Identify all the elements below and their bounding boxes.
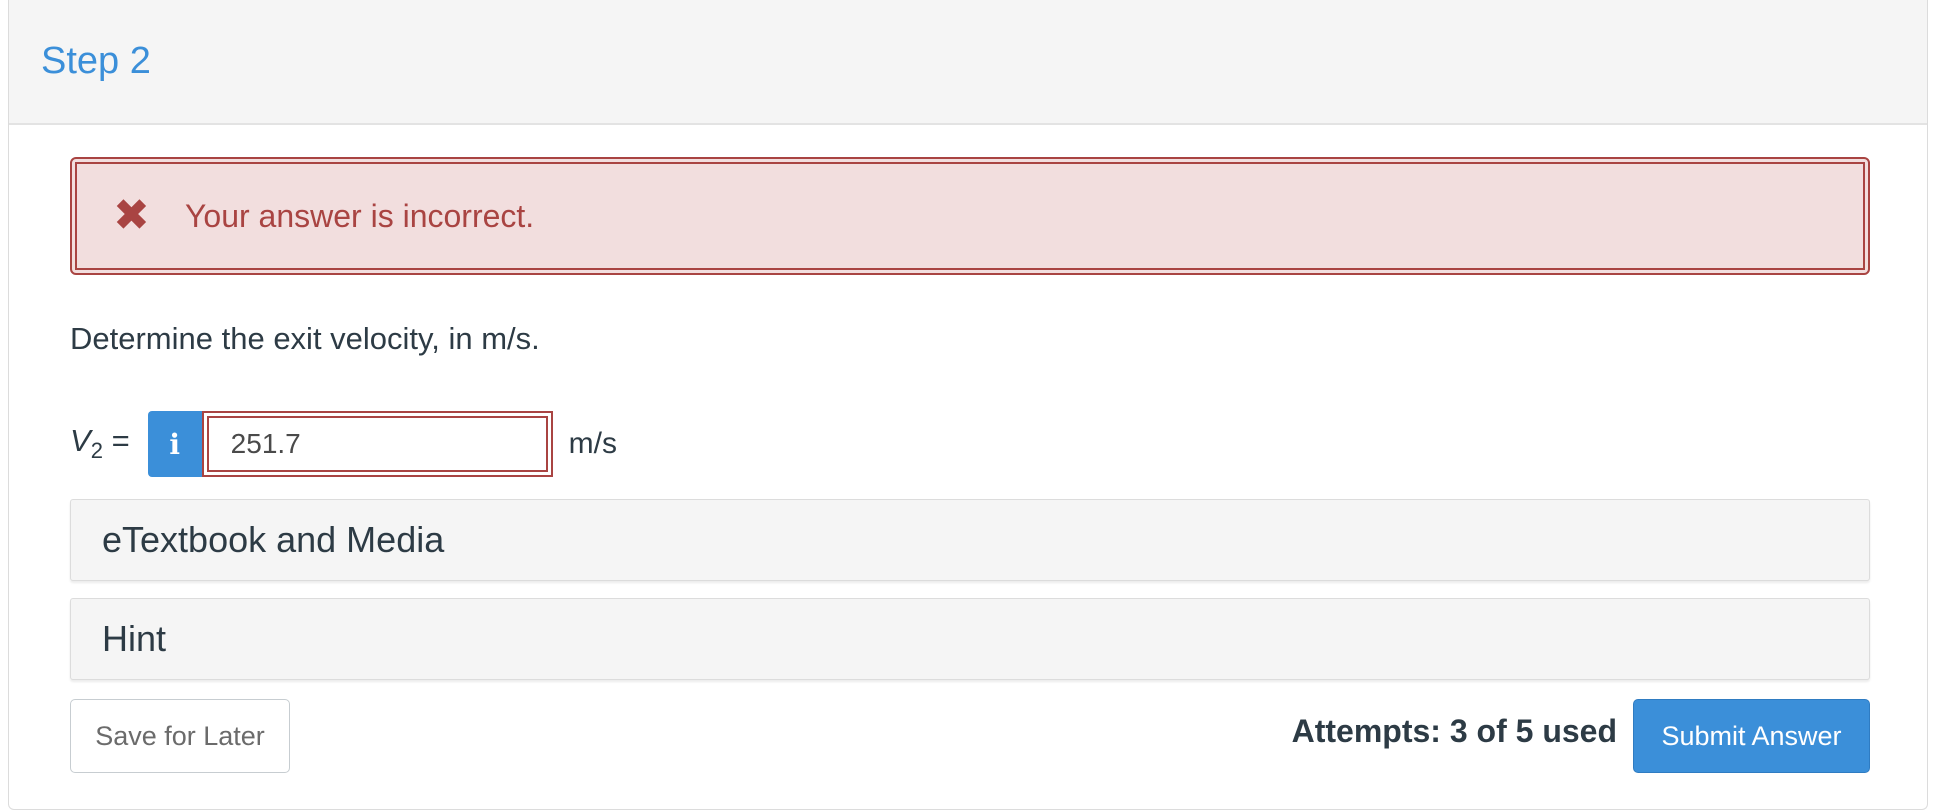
variable-subscript: 2 [90, 438, 103, 464]
info-icon[interactable]: i [147, 411, 202, 477]
panel-header: Step 2 [9, 0, 1927, 125]
etextbook-media-section[interactable]: eTextbook and Media [70, 499, 1870, 581]
close-x-icon: ✖ [113, 191, 150, 240]
equals-sign: = [111, 423, 130, 459]
answer-input-wrapper [201, 411, 553, 477]
question-text: Determine the exit velocity, in m/s. [70, 321, 540, 356]
answer-row: V2 = i m/s [70, 411, 617, 477]
incorrect-alert: ✖ Your answer is incorrect. [70, 157, 1870, 275]
unit-label: m/s [568, 427, 617, 460]
answer-input[interactable] [206, 416, 548, 472]
alert-message: Your answer is incorrect. [185, 197, 535, 234]
footer: Save for Later Attempts: 3 of 5 used Sub… [70, 699, 1870, 775]
attempts-counter: Attempts: 3 of 5 used [1291, 713, 1617, 749]
variable-symbol: V [70, 423, 91, 459]
submit-answer-button[interactable]: Submit Answer [1633, 699, 1870, 773]
save-for-later-button[interactable]: Save for Later [70, 699, 290, 773]
step-title: Step 2 [41, 40, 151, 82]
alert-inner: ✖ Your answer is incorrect. [75, 162, 1865, 270]
hint-section[interactable]: Hint [70, 598, 1870, 680]
question-panel: Step 2 ✖ Your answer is incorrect. Deter… [8, 0, 1928, 810]
variable-label: V2 = [70, 423, 130, 464]
